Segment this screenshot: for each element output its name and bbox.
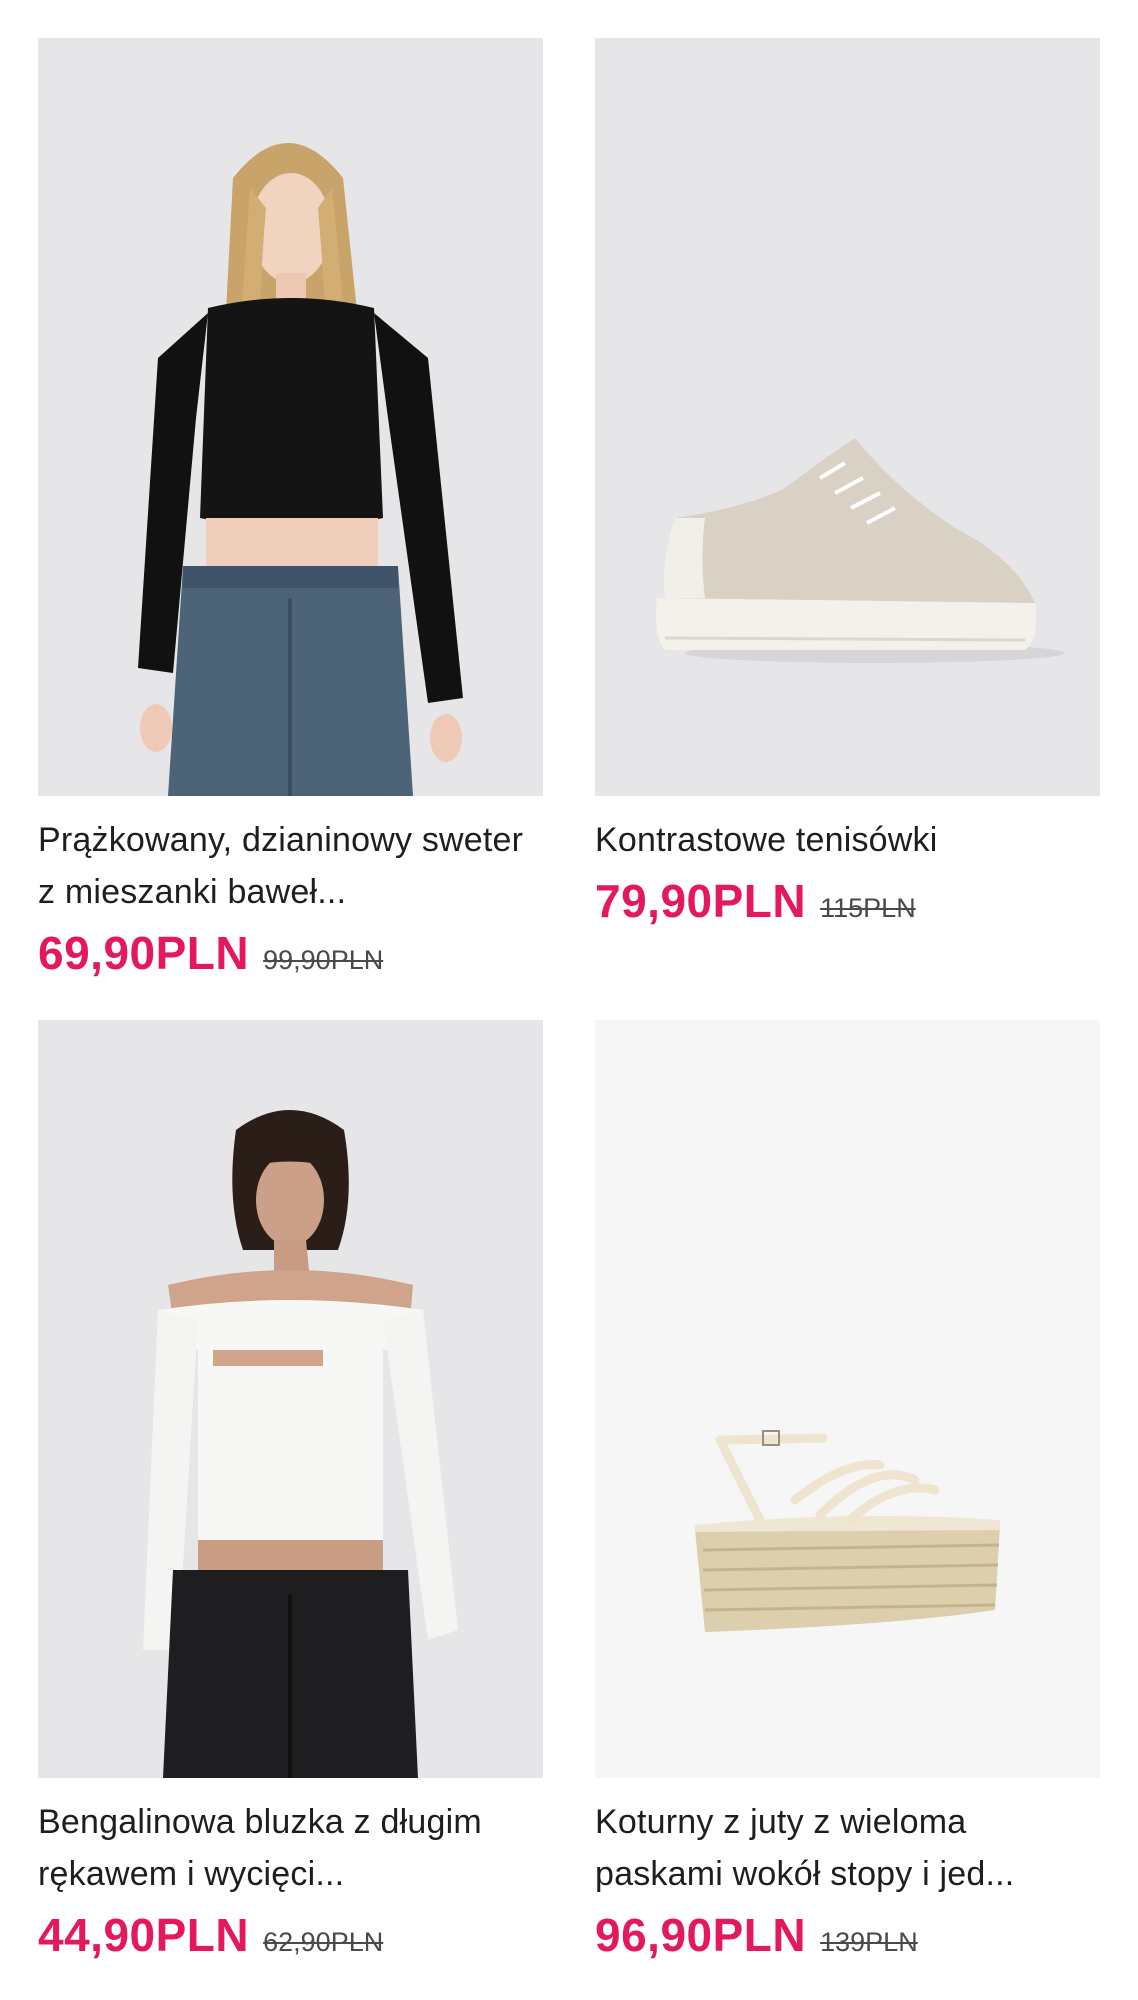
original-price: 62,90PLN	[263, 1927, 384, 1957]
product-card[interactable]: Koturny z juty z wieloma paskami wokół s…	[595, 1020, 1100, 1962]
sale-price: 44,90PLN	[38, 1909, 250, 1961]
sale-price: 69,90PLN	[38, 927, 250, 979]
product-title[interactable]: Koturny z juty z wieloma paskami wokół s…	[595, 1796, 1100, 1900]
price-row: 96,90PLN 139PLN	[595, 1908, 1100, 1962]
original-price: 99,90PLN	[263, 945, 384, 975]
blouse-model-image	[143, 1110, 458, 1778]
product-title[interactable]: Kontrastowe tenisówki	[595, 814, 1100, 866]
price-row: 44,90PLN 62,90PLN	[38, 1908, 543, 1962]
product-card[interactable]: Kontrastowe tenisówki 79,90PLN 115PLN	[595, 38, 1100, 928]
product-image-sneakers[interactable]	[595, 38, 1100, 796]
price-row: 79,90PLN 115PLN	[595, 874, 1100, 928]
sale-price: 96,90PLN	[595, 1909, 807, 1961]
product-image-sweater[interactable]	[38, 38, 543, 796]
sneaker-image	[656, 438, 1065, 663]
original-price: 115PLN	[820, 893, 916, 923]
product-title[interactable]: Prążkowany, dzianinowy sweter z mieszank…	[38, 814, 543, 918]
sale-price: 79,90PLN	[595, 875, 807, 927]
product-card[interactable]: Prążkowany, dzianinowy sweter z mieszank…	[38, 38, 543, 980]
price-row: 69,90PLN 99,90PLN	[38, 926, 543, 980]
product-title[interactable]: Bengalinowa bluzka z długim rękawem i wy…	[38, 1796, 543, 1900]
sweater-model-image	[138, 143, 463, 796]
product-card[interactable]: Bengalinowa bluzka z długim rękawem i wy…	[38, 1020, 543, 1962]
product-grid: Prążkowany, dzianinowy sweter z mieszank…	[0, 0, 1138, 2000]
original-price: 139PLN	[820, 1927, 918, 1957]
product-image-wedges[interactable]	[595, 1020, 1100, 1778]
product-image-blouse[interactable]	[38, 1020, 543, 1778]
wedge-sandal-image	[695, 1430, 1000, 1632]
